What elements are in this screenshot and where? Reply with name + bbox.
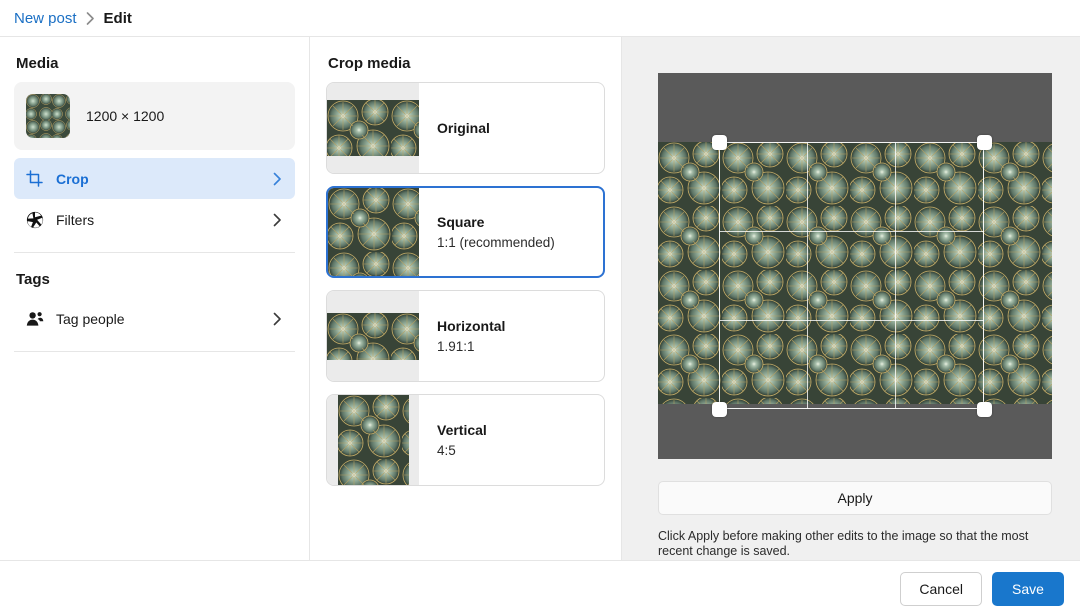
media-dimensions-label: 1200 × 1200: [86, 108, 165, 124]
crop-icon: [25, 169, 44, 188]
apply-help-text: Click Apply before making other edits to…: [658, 528, 1029, 559]
editor-body: Media 1200 × 1200 Crop Filters Tags Tag …: [0, 37, 1080, 560]
crop-stage[interactable]: [658, 73, 1052, 460]
sidebar-item-crop-label: Crop: [56, 170, 89, 187]
crop-option-thumbnail: [327, 395, 419, 485]
cancel-button[interactable]: Cancel: [900, 571, 982, 606]
media-section-title: Media: [16, 55, 59, 72]
media-thumbnail: [26, 94, 70, 138]
sidebar-item-tag-people[interactable]: Tag people: [14, 298, 295, 339]
chevron-right-icon: [270, 312, 284, 326]
crop-options-panel: Crop media Original Square 1:1 (recommen…: [310, 37, 622, 560]
crop-option-vertical[interactable]: Vertical 4:5: [326, 394, 605, 486]
sidebar-item-tag-people-label: Tag people: [56, 310, 125, 327]
breadcrumb-current-page: Edit: [103, 9, 132, 27]
crop-option-ratio: 1:1 (recommended): [437, 235, 555, 250]
crop-selection-box[interactable]: [719, 142, 984, 409]
crop-grid-line-vertical-2: [895, 142, 896, 409]
crop-option-thumbnail: [328, 188, 419, 276]
image-editor-window: New post Edit Media 1200 × 1200 Crop Fil…: [0, 0, 1080, 616]
crop-grid-line-vertical-1: [807, 142, 808, 409]
save-button[interactable]: Save: [992, 571, 1064, 606]
sidebar-item-filters[interactable]: Filters: [14, 199, 295, 240]
sidebar: Media 1200 × 1200 Crop Filters Tags Tag …: [0, 37, 310, 560]
crop-grid-line-horizontal-1: [719, 231, 984, 232]
chevron-right-icon: [270, 213, 284, 227]
tags-section-title: Tags: [16, 271, 50, 288]
crop-handle-bottom-left[interactable]: [712, 402, 727, 417]
crop-option-square[interactable]: Square 1:1 (recommended): [326, 186, 605, 278]
crop-option-name: Square: [437, 214, 485, 230]
crop-option-name: Vertical: [437, 422, 487, 438]
crop-option-name: Horizontal: [437, 318, 506, 334]
footer-action-bar: Cancel Save: [0, 560, 1080, 616]
crop-option-ratio: 4:5: [437, 443, 456, 458]
crop-option-text: Square 1:1 (recommended): [419, 188, 603, 276]
crop-handle-top-left[interactable]: [712, 135, 727, 150]
chevron-right-icon: [86, 11, 95, 25]
crop-option-thumbnail: [327, 291, 419, 381]
media-summary-card[interactable]: 1200 × 1200: [14, 82, 295, 150]
crop-option-text: Original: [419, 83, 604, 173]
crop-option-horizontal[interactable]: Horizontal 1.91:1: [326, 290, 605, 382]
crop-option-name: Original: [437, 120, 490, 136]
breadcrumb-new-post-link[interactable]: New post: [14, 10, 77, 27]
crop-handle-bottom-right[interactable]: [977, 402, 992, 417]
tags-section: Tags Tag people: [14, 253, 295, 352]
aperture-icon: [25, 210, 44, 229]
crop-option-ratio: 1.91:1: [437, 339, 475, 354]
breadcrumb: New post Edit: [0, 0, 1080, 37]
crop-handle-top-right[interactable]: [977, 135, 992, 150]
tag-person-icon: [25, 309, 44, 328]
chevron-right-icon: [270, 172, 284, 186]
sidebar-item-filters-label: Filters: [56, 211, 95, 228]
crop-option-original[interactable]: Original: [326, 82, 605, 174]
crop-option-thumbnail: [327, 83, 419, 173]
crop-option-text: Vertical 4:5: [419, 395, 604, 485]
apply-button[interactable]: Apply: [658, 481, 1052, 515]
crop-option-text: Horizontal 1.91:1: [419, 291, 604, 381]
crop-panel-title: Crop media: [328, 55, 411, 72]
sidebar-item-crop[interactable]: Crop: [14, 158, 295, 199]
crop-grid-line-horizontal-2: [719, 320, 984, 321]
crop-preview-pane: Apply Click Apply before making other ed…: [622, 37, 1080, 560]
